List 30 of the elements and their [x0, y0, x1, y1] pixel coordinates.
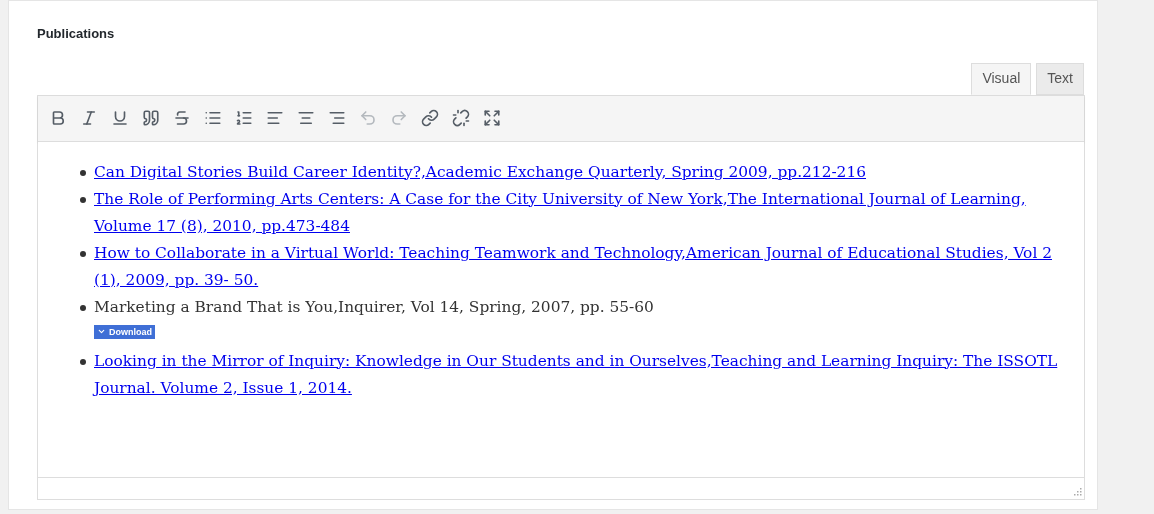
numbered-list-icon [235, 109, 253, 127]
publication-link[interactable]: Looking in the Mirror of Inquiry: Knowledge in Our Students and in Ourselves,Teaching and Learning Inquiry: The ISSOTL Journal. Volume 2, Issue 1, 2014. [94, 347, 1072, 402]
publication-link[interactable]: The Role of Performing Arts Centers: A Case for the City University of New York,The International Journal of Learning, Volume 17 (8), 2010, pp.473-484 [94, 185, 1072, 240]
bullet-icon [80, 250, 86, 257]
italic-icon [80, 109, 98, 127]
bullet-icon [80, 169, 86, 176]
chevron-icon [97, 327, 106, 336]
unlink-icon [452, 109, 470, 127]
bullet-icon [80, 196, 86, 203]
bulleted-list-icon [204, 109, 222, 127]
align-right-icon [328, 109, 346, 127]
section-title: Publications [37, 25, 116, 43]
redo-icon [390, 109, 408, 127]
editor-tab[interactable]: Text [1036, 62, 1084, 95]
align-center-icon [297, 109, 315, 127]
undo-icon [359, 109, 377, 127]
align-left-icon [266, 109, 284, 127]
underline-icon [111, 109, 129, 127]
resize-handle-icon [1073, 487, 1082, 497]
bullet-icon [80, 358, 86, 365]
quote-icon [142, 109, 160, 127]
publication-link[interactable]: How to Collaborate in a Virtual World: Teaching Teamwork and Technology,American Journal of Educational Studies, Vol 2 (1), 2009, pp. 39- 50. [94, 239, 1072, 294]
fullscreen-icon [483, 109, 501, 127]
link-icon [421, 109, 439, 127]
strikethrough-icon [173, 109, 191, 127]
editor-tab[interactable]: Visual [971, 62, 1032, 95]
bullet-icon [80, 304, 86, 311]
publication-link[interactable]: Can Digital Stories Build Career Identity?,Academic Exchange Quarterly, Spring 2009, pp.212-216 [94, 158, 1072, 186]
publication-text: Marketing a Brand That is You,Inquirer, Vol 14, Spring, 2007, pp. 55-60 [94, 296, 655, 318]
download-button[interactable]: Download [94, 324, 155, 339]
